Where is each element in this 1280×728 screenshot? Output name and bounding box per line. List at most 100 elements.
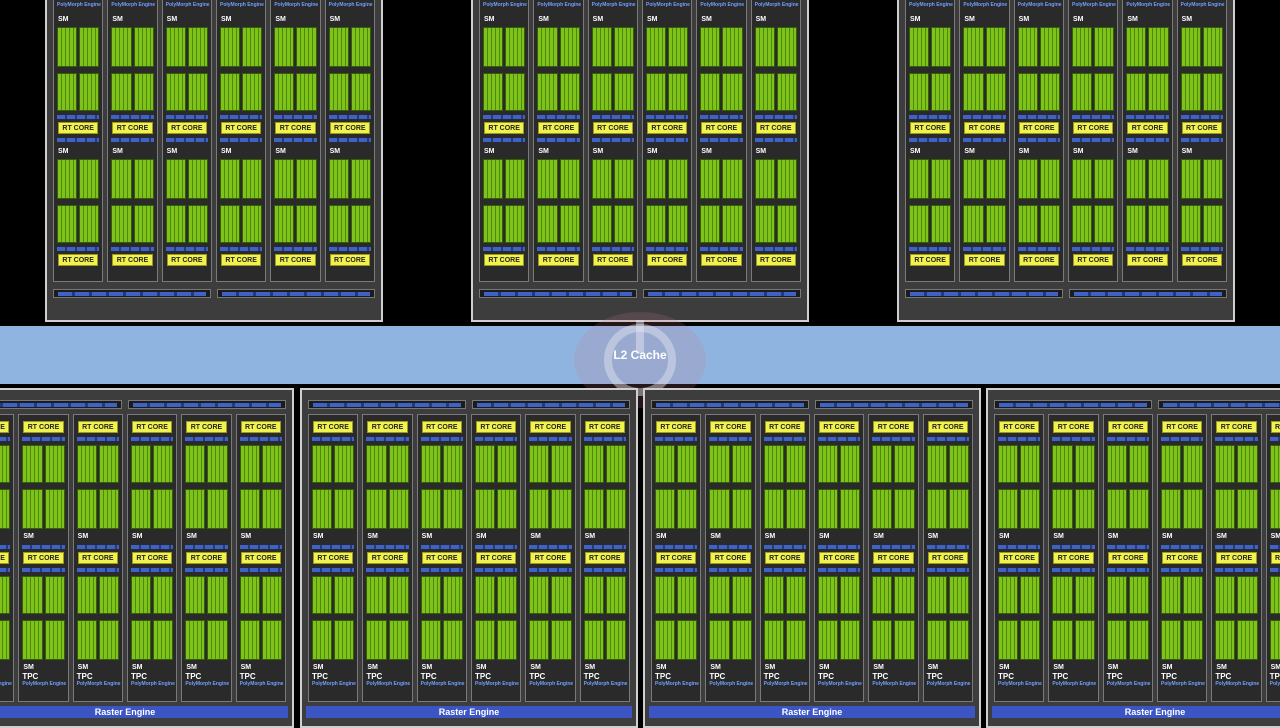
sm-core-row: [537, 27, 580, 67]
polymorph-engine-label: PolyMorph Engine: [1106, 681, 1151, 687]
polymorph-engine-label: PolyMorph Engine: [926, 681, 971, 687]
cuda-core-block: [1094, 73, 1115, 111]
register-band: [76, 545, 119, 549]
cuda-core-block: [537, 73, 558, 111]
rt-core: RT CORE: [710, 552, 751, 564]
register-band: [909, 138, 952, 142]
sm-label: SM: [530, 664, 541, 671]
rt-core: RT CORE: [999, 552, 1040, 564]
register-band: [1017, 138, 1060, 142]
register-band: [1071, 115, 1115, 119]
sm-label: SM: [131, 664, 143, 671]
tpc: RT CORESMRT CORESMTPCPolyMorph Engine: [922, 414, 973, 702]
tpc-label: TPC: [76, 672, 93, 681]
tpc: RT CORESMRT CORESMTPCPolyMorph Engine: [362, 414, 413, 702]
sm-core-row: [57, 159, 100, 199]
cuda-core-block: [1160, 620, 1182, 660]
cuda-core-block: [1052, 620, 1073, 660]
register-band: [529, 568, 572, 572]
cuda-core-block: [328, 159, 349, 199]
tpc: RT CORESMRT CORESMTPCPolyMorph Engine: [525, 414, 576, 702]
tpc: RT CORESMRT CORESMTPCPolyMorph Engine: [868, 414, 919, 702]
sm-core-row: [529, 489, 572, 529]
sm-label: SM: [58, 148, 69, 155]
sm-core-row: [709, 620, 752, 660]
sm-core-row: [1160, 576, 1204, 614]
sm-label: SM: [701, 16, 712, 23]
sm-core-row: [420, 576, 463, 614]
rt-core: RT CORE: [755, 122, 796, 134]
polymorph-engine-label: PolyMorph Engine: [1126, 2, 1171, 8]
sm-core-row: [583, 620, 626, 660]
sm-core-row: [754, 27, 797, 67]
cuda-core-block: [1106, 445, 1127, 483]
sm-core-row: [998, 576, 1041, 614]
cuda-core-block: [497, 576, 518, 614]
sm-core-row: [1126, 27, 1169, 67]
cuda-core-block: [1202, 73, 1223, 111]
register-band: [817, 568, 861, 572]
register-band: [22, 568, 65, 572]
cuda-core-block: [388, 489, 409, 529]
rt-core: RT CORE: [220, 122, 262, 134]
sm-core-row: [474, 489, 518, 529]
cuda-core-block: [133, 73, 154, 111]
register-band: [57, 115, 100, 119]
cuda-core-block: [1074, 620, 1095, 660]
tpc: TPCPolyMorph EngineSMRT CORESMRT CORE: [587, 0, 638, 282]
sm-core-row: [709, 489, 752, 529]
cuda-core-block: [894, 576, 915, 614]
cuda-core-block: [1148, 73, 1169, 111]
sm-core-row: [1215, 620, 1258, 660]
sm-core-row: [1017, 27, 1060, 67]
sm-core-row: [1160, 489, 1204, 529]
raster-bus: [651, 400, 973, 409]
cuda-core-block: [731, 489, 752, 529]
sm-label: SM: [592, 16, 604, 23]
register-band: [312, 437, 355, 441]
cuda-core-block: [187, 205, 208, 243]
bus-segment: [479, 289, 637, 298]
cuda-core-block: [872, 489, 893, 529]
cuda-core-block: [1183, 620, 1204, 660]
cuda-core-block: [1160, 489, 1182, 529]
cuda-core-block: [1237, 576, 1258, 614]
sm-label: SM: [240, 664, 252, 671]
cuda-core-block: [133, 159, 154, 199]
cuda-core-block: [98, 445, 119, 483]
cuda-core-block: [645, 27, 667, 67]
rt-core: RT CORE: [186, 421, 227, 433]
register-band: [219, 115, 263, 119]
raster-engine: Raster Engine: [649, 706, 975, 718]
sm-core-row: [420, 489, 463, 529]
sm-label: SM: [1107, 533, 1119, 540]
register-band: [1106, 545, 1149, 549]
cuda-core-block: [1071, 205, 1093, 243]
register-band: [1126, 138, 1169, 142]
cuda-core-block: [242, 205, 263, 243]
cuda-core-block: [1071, 73, 1093, 111]
sm-label: SM: [166, 16, 178, 23]
sm-core-row: [963, 205, 1006, 243]
register-band: [328, 115, 371, 119]
sm-core-row: [366, 489, 409, 529]
sm-label: SM: [584, 664, 596, 671]
cuda-core-block: [529, 489, 550, 529]
cuda-core-block: [242, 159, 263, 199]
register-band: [111, 115, 154, 119]
sm-core-row: [817, 576, 861, 614]
register-band: [366, 437, 409, 441]
cuda-core-block: [537, 205, 558, 243]
rt-core: RT CORE: [23, 421, 64, 433]
sm-core-row: [0, 445, 11, 483]
sm-label: SM: [818, 533, 830, 540]
sm-core-row: [474, 576, 518, 614]
rt-core: RT CORE: [367, 552, 408, 564]
sm-core-row: [537, 205, 580, 243]
cuda-core-block: [931, 205, 952, 243]
sm-label: SM: [964, 148, 975, 155]
rt-core: RT CORE: [240, 421, 281, 433]
sm-core-row: [111, 159, 154, 199]
tpc: RT CORESMRT CORESMTPCPolyMorph Engine: [308, 414, 359, 702]
cuda-core-block: [388, 445, 409, 483]
